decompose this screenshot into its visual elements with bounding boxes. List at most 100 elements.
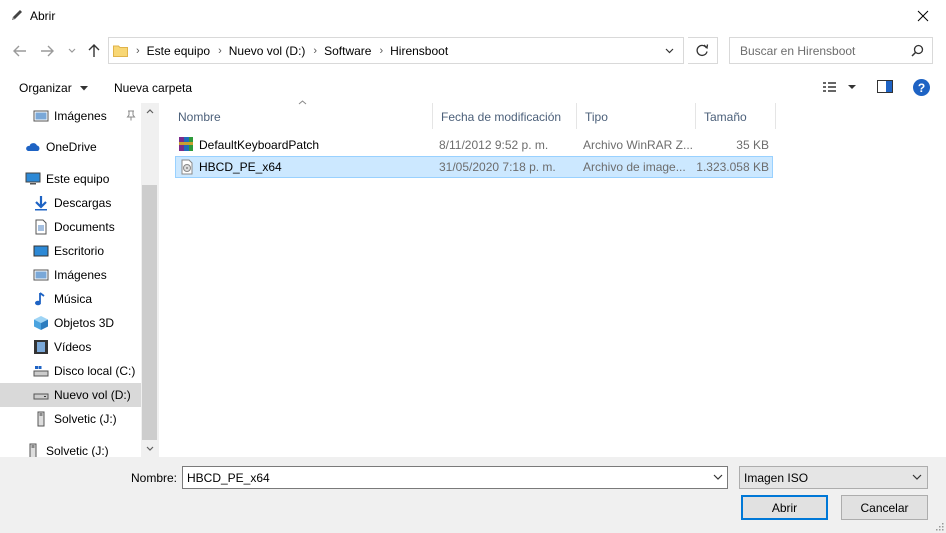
nav-item-label: Solvetic (J:): [46, 444, 109, 457]
address-bar[interactable]: › Este equipo › Nuevo vol (D:) › Softwar…: [108, 37, 684, 64]
file-size: 35 KB: [736, 138, 769, 152]
download-icon: [35, 196, 47, 211]
search-placeholder: Buscar en Hirensboot: [740, 43, 856, 58]
nav-item-videos[interactable]: Vídeos: [0, 335, 141, 359]
desktop-icon: [33, 245, 49, 257]
breadcrumb-este-equipo[interactable]: Este equipo: [147, 44, 210, 58]
breadcrumb-software[interactable]: Software: [324, 44, 371, 58]
forward-button[interactable]: [37, 41, 57, 61]
nav-item-disco-local-c[interactable]: Disco local (C:): [0, 359, 141, 383]
file-size: 1.323.058 KB: [696, 160, 769, 174]
column-size[interactable]: Tamaño: [696, 103, 776, 129]
arrow-left-icon: [13, 45, 26, 57]
view-list-icon: [823, 82, 856, 92]
cancel-button[interactable]: Cancelar: [841, 495, 928, 520]
chevron-down-icon: [146, 446, 153, 451]
navigation-pane: Imágenes OneDrive Este equipo Descargas …: [0, 103, 141, 457]
nav-item-label: Vídeos: [54, 340, 92, 354]
up-button[interactable]: [84, 41, 104, 61]
nav-item-imagenes-quick[interactable]: Imágenes: [0, 104, 141, 128]
close-icon: [917, 10, 929, 22]
nav-item-onedrive[interactable]: OneDrive: [0, 135, 141, 159]
preview-pane-button[interactable]: [877, 80, 893, 96]
nav-item-nuevo-vol-d[interactable]: Nuevo vol (D:): [0, 383, 141, 407]
pane-divider[interactable]: [158, 103, 159, 457]
file-name-field[interactable]: [182, 466, 728, 489]
nav-item-label: OneDrive: [46, 140, 97, 154]
chevron-down-icon: [665, 48, 673, 53]
open-button[interactable]: Abrir: [741, 495, 828, 520]
file-type-select[interactable]: Imagen ISO: [739, 466, 928, 489]
pin-icon: [126, 110, 136, 121]
breadcrumb-separator: ›: [379, 44, 384, 57]
file-row[interactable]: DefaultKeyboardPatch 8/11/2012 9:52 p. m…: [175, 134, 773, 156]
breadcrumb-nuevo-vol[interactable]: Nuevo vol (D:): [229, 44, 306, 58]
winrar-icon: [179, 137, 193, 151]
chevron-up-icon: [146, 109, 153, 114]
breadcrumb-separator: ›: [218, 44, 222, 57]
file-name-input[interactable]: [183, 467, 703, 488]
chevron-down-icon[interactable]: [711, 470, 725, 484]
cube-icon: [34, 316, 48, 330]
resize-grip-icon[interactable]: [934, 521, 944, 531]
computer-icon: [25, 172, 41, 185]
pictures-icon: [33, 269, 49, 281]
scroll-up-button[interactable]: [141, 103, 158, 120]
nav-item-solvetic-j-root[interactable]: Solvetic (J:): [0, 439, 141, 457]
drive-icon: [33, 366, 49, 377]
file-row-selected[interactable]: HBCD_PE_x64 31/05/2020 7:18 p. m. Archiv…: [175, 156, 773, 178]
search-box[interactable]: Buscar en Hirensboot: [729, 37, 933, 64]
scroll-down-button[interactable]: [141, 440, 158, 457]
video-icon: [34, 340, 48, 354]
breadcrumb-separator: ›: [313, 44, 318, 57]
caret-down-icon: [80, 86, 89, 91]
column-type[interactable]: Tipo: [577, 103, 696, 129]
column-name[interactable]: Nombre: [170, 103, 433, 129]
help-button[interactable]: ?: [913, 79, 930, 96]
nav-item-label: Escritorio: [54, 244, 105, 258]
nav-item-este-equipo[interactable]: Este equipo: [0, 167, 141, 191]
nav-item-escritorio[interactable]: Escritorio: [0, 239, 141, 263]
preview-pane-icon: [877, 80, 893, 93]
nav-item-label: Descargas: [54, 196, 112, 210]
recent-locations-button[interactable]: [62, 41, 82, 61]
nav-item-label: Música: [54, 292, 93, 306]
disc-image-icon: [181, 159, 193, 175]
breadcrumb-hirensboot[interactable]: Hirensboot: [390, 44, 448, 58]
scroll-thumb[interactable]: [142, 185, 157, 440]
title-bar: Abrir: [0, 0, 946, 32]
folder-icon: [113, 45, 128, 57]
organize-menu[interactable]: Organizar: [19, 81, 89, 95]
back-button[interactable]: [10, 41, 30, 61]
address-history-button[interactable]: [655, 38, 683, 63]
nav-item-label: Disco local (C:): [54, 364, 136, 378]
help-icon: ?: [917, 80, 926, 95]
new-folder-button[interactable]: Nueva carpeta: [114, 81, 192, 95]
window-title: Abrir: [30, 9, 56, 23]
close-button[interactable]: [900, 0, 946, 32]
file-type: Archivo de image...: [583, 160, 686, 174]
usb-icon: [37, 411, 45, 427]
view-options-button[interactable]: [822, 80, 858, 97]
command-bar: Organizar Nueva carpeta ?: [0, 74, 946, 102]
nav-item-imagenes[interactable]: Imágenes: [0, 263, 141, 287]
nav-item-musica[interactable]: Música: [0, 287, 141, 311]
pictures-icon: [33, 110, 49, 122]
breadcrumb-separator: ›: [136, 44, 140, 57]
file-name-label: Nombre:: [131, 471, 178, 485]
nav-item-solvetic-j[interactable]: Solvetic (J:): [0, 407, 141, 431]
refresh-icon: [696, 44, 709, 57]
music-icon: [35, 292, 45, 306]
nav-item-documents[interactable]: Documents: [0, 215, 141, 239]
pen-icon: [12, 10, 22, 20]
nav-item-descargas[interactable]: Descargas: [0, 191, 141, 215]
nav-item-label: Objetos 3D: [54, 316, 115, 330]
refresh-button[interactable]: [688, 37, 718, 64]
chevron-down-icon: [912, 474, 922, 480]
nav-item-label: Imágenes: [54, 268, 107, 282]
file-name: DefaultKeyboardPatch: [199, 138, 320, 152]
nav-item-objetos-3d[interactable]: Objetos 3D: [0, 311, 141, 335]
column-date-modified[interactable]: Fecha de modificación: [433, 103, 577, 129]
file-type-value: Imagen ISO: [744, 471, 809, 485]
nav-pane-scrollbar[interactable]: [141, 103, 158, 457]
